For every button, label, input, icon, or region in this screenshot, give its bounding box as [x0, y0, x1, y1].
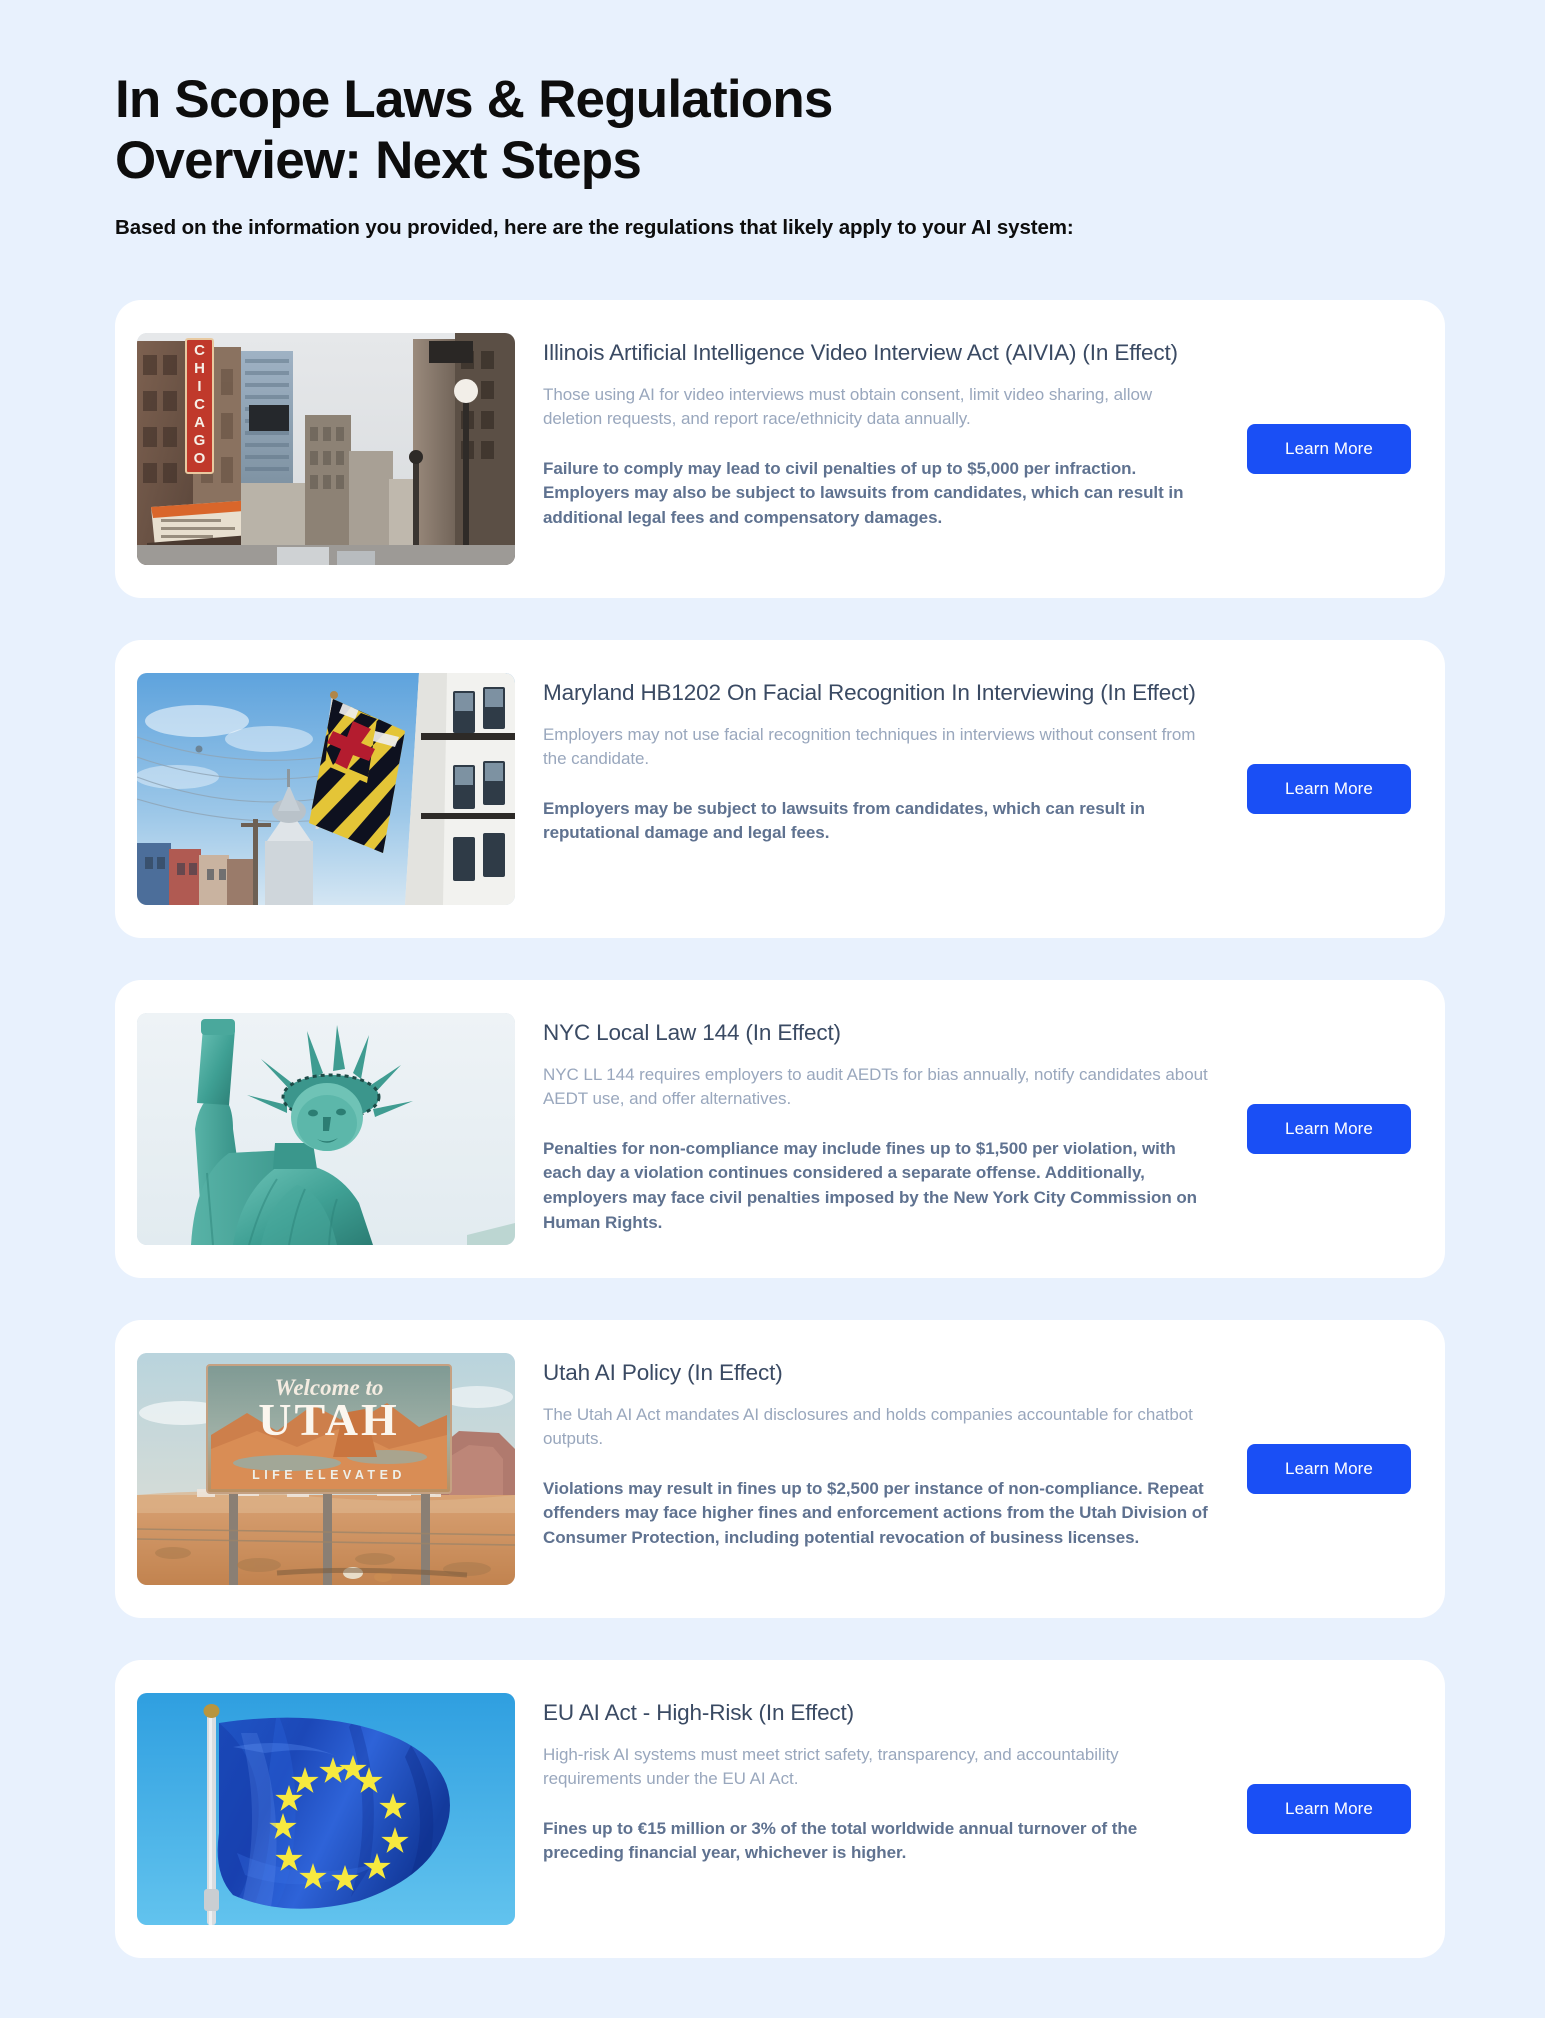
- svg-text:H: H: [194, 360, 205, 377]
- chicago-theatre-street-photo: C H I C A G O: [137, 332, 515, 565]
- learn-more-button[interactable]: Learn More: [1247, 1783, 1411, 1835]
- card-thumbnail-wrap: Welcome to UTAH LIFE ELEVATED: [137, 1346, 515, 1592]
- card-title: Illinois Artificial Intelligence Video I…: [543, 339, 1178, 365]
- card-body: Utah AI Policy (In Effect) The Utah AI A…: [515, 1346, 1243, 1561]
- card-body: EU AI Act - High-Risk (In Effect) High-r…: [515, 1686, 1243, 1876]
- regulation-card-list: C H I C A G O Illinois Artificial Intell…: [115, 299, 1445, 1958]
- card-thumbnail-wrap: [137, 666, 515, 912]
- card-body: NYC Local Law 144 (In Effect) NYC LL 144…: [515, 1006, 1243, 1246]
- card-penalty-text: Fines up to €15 million or 3% of the tot…: [543, 1818, 1138, 1863]
- card-thumbnail-wrap: [137, 1006, 515, 1252]
- welcome-to-utah-sign-photo: Welcome to UTAH LIFE ELEVATED: [137, 1352, 515, 1585]
- card-description: NYC LL 144 requires employers to audit A…: [543, 1064, 1208, 1108]
- learn-more-button[interactable]: Learn More: [1247, 1103, 1411, 1155]
- regulation-card: EU AI Act - High-Risk (In Effect) High-r…: [115, 1659, 1445, 1958]
- svg-text:I: I: [197, 378, 201, 395]
- page-title-line-2: Overview: Next Steps: [115, 130, 642, 190]
- regulation-card: Maryland HB1202 On Facial Recognition In…: [115, 639, 1445, 938]
- card-penalty-text: Penalties for non-compliance may include…: [543, 1138, 1198, 1232]
- card-action: Learn More: [1243, 1783, 1411, 1835]
- page-title: In Scope Laws & Regulations Overview: Ne…: [115, 70, 1215, 192]
- svg-text:O: O: [194, 450, 206, 467]
- card-action: Learn More: [1243, 763, 1411, 815]
- regulation-card: Welcome to UTAH LIFE ELEVATED Utah AI Po…: [115, 1319, 1445, 1618]
- statue-of-liberty-photo: [137, 1012, 515, 1245]
- card-description: Those using AI for video interviews must…: [543, 384, 1153, 428]
- card-thumbnail-wrap: C H I C A G O: [137, 326, 515, 572]
- svg-text:G: G: [194, 432, 206, 449]
- page-root: In Scope Laws & Regulations Overview: Ne…: [0, 0, 1545, 2018]
- learn-more-button[interactable]: Learn More: [1247, 763, 1411, 815]
- card-penalty-text: Failure to comply may lead to civil pena…: [543, 458, 1184, 528]
- maryland-flag-annapolis-photo: [137, 672, 515, 905]
- card-penalty-text: Employers may be subject to lawsuits fro…: [543, 798, 1145, 843]
- european-union-flag-photo: [137, 1692, 515, 1925]
- card-title: Utah AI Policy (In Effect): [543, 1359, 783, 1385]
- page-subtitle: Based on the information you provided, h…: [115, 215, 1074, 239]
- svg-text:LIFE ELEVATED: LIFE ELEVATED: [252, 1468, 406, 1482]
- page-title-line-1: In Scope Laws & Regulations: [115, 70, 833, 129]
- card-body: Illinois Artificial Intelligence Video I…: [515, 326, 1243, 541]
- learn-more-button[interactable]: Learn More: [1247, 423, 1411, 475]
- card-description: High-risk AI systems must meet strict sa…: [543, 1744, 1119, 1788]
- card-description: The Utah AI Act mandates AI disclosures …: [543, 1404, 1193, 1448]
- card-title: NYC Local Law 144 (In Effect): [543, 1019, 841, 1045]
- svg-text:C: C: [194, 342, 205, 359]
- card-action: Learn More: [1243, 1443, 1411, 1495]
- regulation-card: NYC Local Law 144 (In Effect) NYC LL 144…: [115, 979, 1445, 1278]
- card-title: EU AI Act - High-Risk (In Effect): [543, 1699, 854, 1725]
- svg-text:A: A: [194, 414, 205, 431]
- card-title: Maryland HB1202 On Facial Recognition In…: [543, 679, 1196, 705]
- regulation-card: C H I C A G O Illinois Artificial Intell…: [115, 299, 1445, 598]
- card-penalty-text: Violations may result in fines up to $2,…: [543, 1478, 1208, 1548]
- card-description: Employers may not use facial recognition…: [543, 724, 1196, 768]
- card-thumbnail-wrap: [137, 1686, 515, 1932]
- learn-more-button[interactable]: Learn More: [1247, 1443, 1411, 1495]
- svg-text:C: C: [194, 396, 205, 413]
- card-action: Learn More: [1243, 423, 1411, 475]
- card-action: Learn More: [1243, 1103, 1411, 1155]
- card-body: Maryland HB1202 On Facial Recognition In…: [515, 666, 1243, 856]
- svg-text:UTAH: UTAH: [258, 1394, 400, 1445]
